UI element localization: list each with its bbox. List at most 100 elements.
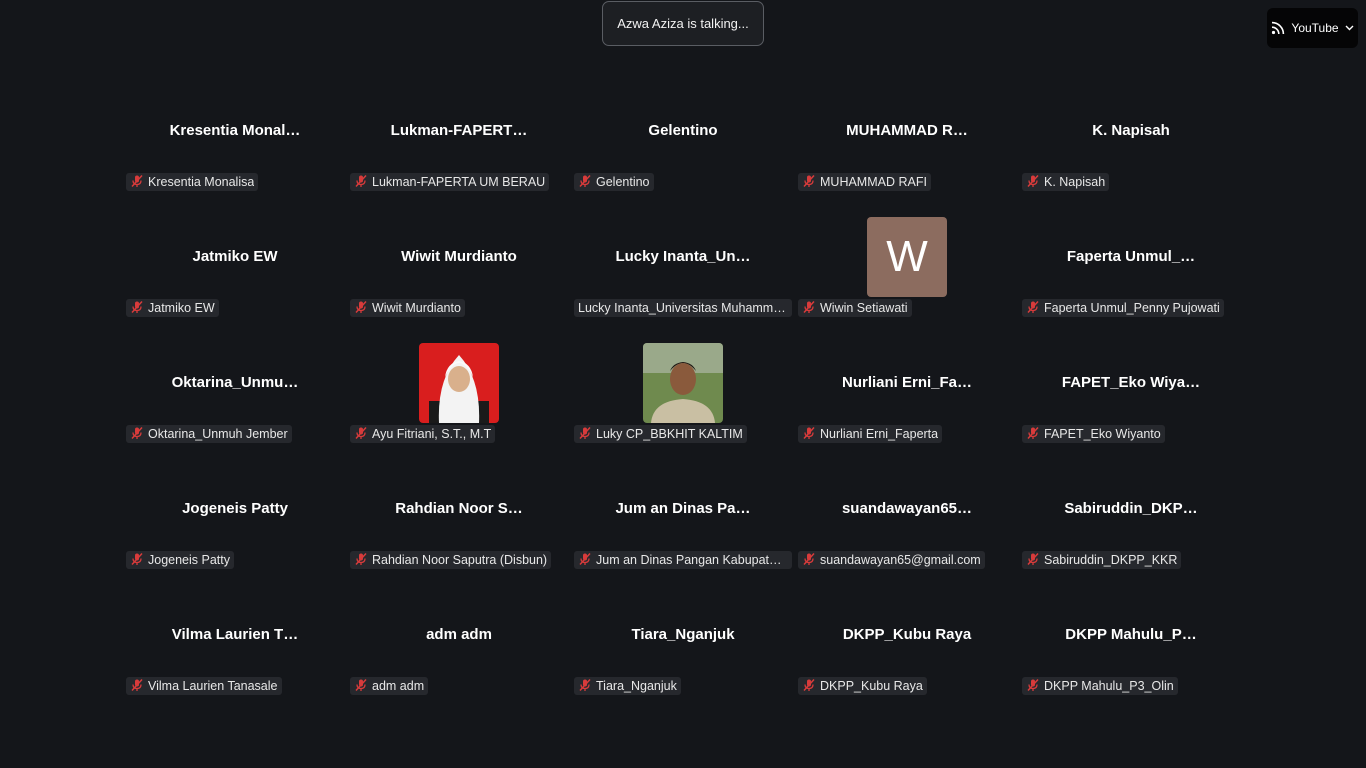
participant-name-label: Gelentino xyxy=(574,173,654,191)
participant-name-label: FAPET_Eko Wiyanto xyxy=(1022,425,1165,443)
muted-mic-icon xyxy=(354,552,368,569)
participant-name-text: Lukman-FAPERTA UM BERAU xyxy=(372,175,546,189)
participant-tile[interactable]: Jogeneis Patty Jogeneis Patty xyxy=(123,466,347,592)
participant-display-name: K. Napisah xyxy=(1092,122,1170,139)
muted-mic-icon xyxy=(1026,174,1040,191)
participant-gallery: Kresentia Monal… Kresentia Monalisa Lukman… xyxy=(123,88,1243,718)
participant-tile[interactable]: Wiwit Murdianto Wiwit Murdianto xyxy=(347,214,571,340)
participant-name-label: Ayu Fitriani, S.T., M.T xyxy=(350,425,496,443)
muted-mic-icon xyxy=(354,426,368,443)
participant-tile[interactable]: Tiara_Nganjuk Tiara_Nganjuk xyxy=(571,592,795,718)
participant-name-text: Wiwit Murdianto xyxy=(372,301,461,315)
participant-name-text: Oktarina_Unmuh Jember xyxy=(148,427,288,441)
participant-name-label: Jum an Dinas Pangan Kabupate… xyxy=(574,551,792,569)
participant-tile[interactable]: MUHAMMAD R… MUHAMMAD RAFI xyxy=(795,88,1019,214)
livestream-label: YouTube xyxy=(1291,21,1339,35)
participant-name-label: Faperta Unmul_Penny Pujowati xyxy=(1022,299,1224,317)
participant-name-label: Oktarina_Unmuh Jember xyxy=(126,425,292,443)
participant-name-text: Ayu Fitriani, S.T., M.T xyxy=(372,427,492,441)
muted-mic-icon xyxy=(578,678,592,695)
participant-display-name: FAPET_Eko Wiya… xyxy=(1061,374,1201,391)
participant-name-label: Sabiruddin_DKPP_KKR xyxy=(1022,551,1182,569)
participant-display-name: DKPP Mahulu_P… xyxy=(1065,626,1197,643)
participant-name-label: adm adm xyxy=(350,677,429,695)
participant-tile[interactable]: DKPP_Kubu Raya DKPP_Kubu Raya xyxy=(795,592,1019,718)
participant-name-text: Sabiruddin_DKPP_KKR xyxy=(1044,553,1178,567)
muted-mic-icon xyxy=(802,174,816,191)
participant-name-text: Lucky Inanta_Universitas Muhamma… xyxy=(578,301,788,315)
participant-avatar: W xyxy=(867,217,947,297)
participant-display-name: Rahdian Noor S… xyxy=(395,500,523,517)
participant-tile[interactable]: Ayu Fitriani, S.T., M.T xyxy=(347,340,571,466)
muted-mic-icon xyxy=(578,426,592,443)
participant-tile[interactable]: K. Napisah K. Napisah xyxy=(1019,88,1243,214)
livestream-youtube-button[interactable]: YouTube xyxy=(1267,8,1358,48)
muted-mic-icon xyxy=(130,426,144,443)
participant-tile[interactable]: Lukman-FAPERT… Lukman-FAPERTA UM BERAU xyxy=(347,88,571,214)
participant-tile[interactable]: FAPET_Eko Wiya… FAPET_Eko Wiyanto xyxy=(1019,340,1243,466)
live-stream-icon xyxy=(1271,21,1285,35)
participant-name-label: Luky CP_BBKHIT KALTIM xyxy=(574,425,747,443)
participant-name-text: Tiara_Nganjuk xyxy=(596,679,677,693)
participant-tile[interactable]: Nurliani Erni_Fa… Nurliani Erni_Faperta xyxy=(795,340,1019,466)
participant-tile[interactable]: Gelentino Gelentino xyxy=(571,88,795,214)
participant-display-name: Wiwit Murdianto xyxy=(401,248,517,265)
participant-name-label: Wiwit Murdianto xyxy=(350,299,465,317)
participant-name-text: Kresentia Monalisa xyxy=(148,175,255,189)
participant-name-text: Nurliani Erni_Faperta xyxy=(820,427,939,441)
participant-tile[interactable]: W Wiwin Setiawati xyxy=(795,214,1019,340)
muted-mic-icon xyxy=(1026,300,1040,317)
participant-name-text: MUHAMMAD RAFI xyxy=(820,175,927,189)
participant-name-text: DKPP Mahulu_P3_Olin xyxy=(1044,679,1174,693)
muted-mic-icon xyxy=(1026,678,1040,695)
participant-tile[interactable]: Faperta Unmul_… Faperta Unmul_Penny Pujow… xyxy=(1019,214,1243,340)
participant-display-name: Jum an Dinas Pa… xyxy=(615,500,751,517)
muted-mic-icon xyxy=(130,300,144,317)
participant-display-name: Vilma Laurien T… xyxy=(171,626,299,643)
participant-tile[interactable]: Lucky Inanta_Un… Lucky Inanta_Universitas… xyxy=(571,214,795,340)
participant-name-text: Gelentino xyxy=(596,175,650,189)
participant-name-text: DKPP_Kubu Raya xyxy=(820,679,923,693)
participant-name-label: Nurliani Erni_Faperta xyxy=(798,425,943,443)
muted-mic-icon xyxy=(354,174,368,191)
participant-name-text: Vilma Laurien Tanasale xyxy=(148,679,278,693)
participant-tile[interactable]: Jatmiko EW Jatmiko EW xyxy=(123,214,347,340)
participant-name-text: Jatmiko EW xyxy=(148,301,215,315)
muted-mic-icon xyxy=(802,300,816,317)
participant-photo xyxy=(643,343,723,423)
chevron-down-icon xyxy=(1345,25,1354,31)
muted-mic-icon xyxy=(802,426,816,443)
participant-tile[interactable]: Oktarina_Unmu… Oktarina_Unmuh Jember xyxy=(123,340,347,466)
muted-mic-icon xyxy=(130,678,144,695)
participant-name-label: Lucky Inanta_Universitas Muhamma… xyxy=(574,299,792,317)
participant-name-label: Wiwin Setiawati xyxy=(798,299,912,317)
participant-display-name: Sabiruddin_DKP… xyxy=(1064,500,1198,517)
participant-tile[interactable]: DKPP Mahulu_P… DKPP Mahulu_P3_Olin xyxy=(1019,592,1243,718)
participant-tile[interactable]: Vilma Laurien T… Vilma Laurien Tanasale xyxy=(123,592,347,718)
participant-name-label: DKPP Mahulu_P3_Olin xyxy=(1022,677,1178,695)
participant-name-text: Luky CP_BBKHIT KALTIM xyxy=(596,427,743,441)
participant-tile[interactable]: Rahdian Noor S… Rahdian Noor Saputra (Dis… xyxy=(347,466,571,592)
participant-display-name: DKPP_Kubu Raya xyxy=(842,626,972,643)
talking-indicator-text: Azwa Aziza is talking... xyxy=(617,16,749,31)
participant-tile[interactable]: Luky CP_BBKHIT KALTIM xyxy=(571,340,795,466)
participant-name-label: Kresentia Monalisa xyxy=(126,173,259,191)
participant-tile[interactable]: Sabiruddin_DKP… Sabiruddin_DKPP_KKR xyxy=(1019,466,1243,592)
participant-name-label: MUHAMMAD RAFI xyxy=(798,173,931,191)
muted-mic-icon xyxy=(354,300,368,317)
participant-name-text: FAPET_Eko Wiyanto xyxy=(1044,427,1161,441)
participant-tile[interactable]: Kresentia Monal… Kresentia Monalisa xyxy=(123,88,347,214)
participant-tile[interactable]: suandawayan65… suandawayan65@gmail.com xyxy=(795,466,1019,592)
participant-tile[interactable]: adm adm adm adm xyxy=(347,592,571,718)
participant-photo xyxy=(419,343,499,423)
participant-display-name: MUHAMMAD R… xyxy=(846,122,968,139)
participant-display-name: Jatmiko EW xyxy=(192,248,278,265)
participant-name-text: Jogeneis Patty xyxy=(148,553,230,567)
participant-display-name: Lucky Inanta_Un… xyxy=(615,248,751,265)
muted-mic-icon xyxy=(130,174,144,191)
participant-name-label: Jogeneis Patty xyxy=(126,551,234,569)
participant-tile[interactable]: Jum an Dinas Pa… Jum an Dinas Pangan Kabu… xyxy=(571,466,795,592)
muted-mic-icon xyxy=(802,678,816,695)
muted-mic-icon xyxy=(130,552,144,569)
talking-indicator: Azwa Aziza is talking... xyxy=(602,1,764,46)
